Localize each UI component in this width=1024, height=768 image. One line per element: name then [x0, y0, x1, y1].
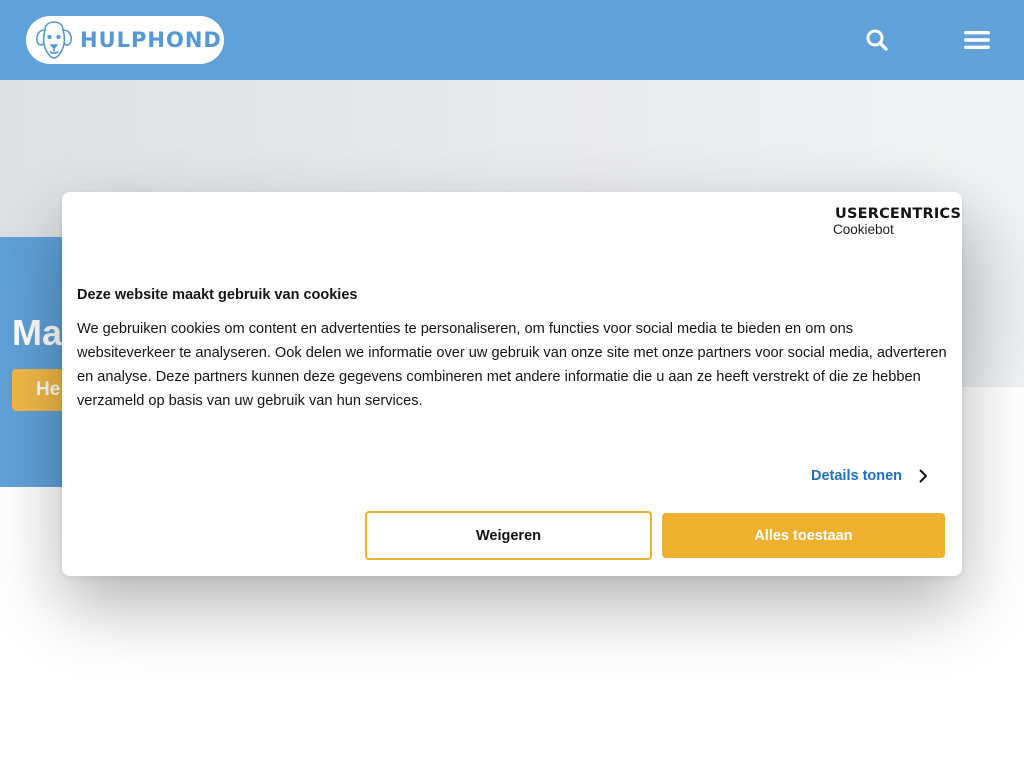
- show-details-link[interactable]: Details tonen: [811, 468, 928, 484]
- cookiebot-brand: USERCENTRICS Cookiebot: [832, 206, 961, 237]
- cookie-dialog-title: Deze website maakt gebruik van cookies: [77, 287, 358, 303]
- show-details-label: Details tonen: [811, 468, 903, 484]
- cookie-consent-dialog: USERCENTRICS Cookiebot Deze website maak…: [62, 192, 962, 576]
- cookie-dialog-body: We gebruiken cookies om content en adver…: [77, 321, 947, 409]
- brand-subtitle: Cookiebot: [833, 222, 894, 237]
- decline-button[interactable]: Weigeren: [365, 511, 652, 560]
- allow-all-button[interactable]: Alles toestaan: [662, 513, 945, 558]
- chevron-right-icon: [919, 469, 928, 483]
- brand-name: USERCENTRICS: [835, 206, 962, 222]
